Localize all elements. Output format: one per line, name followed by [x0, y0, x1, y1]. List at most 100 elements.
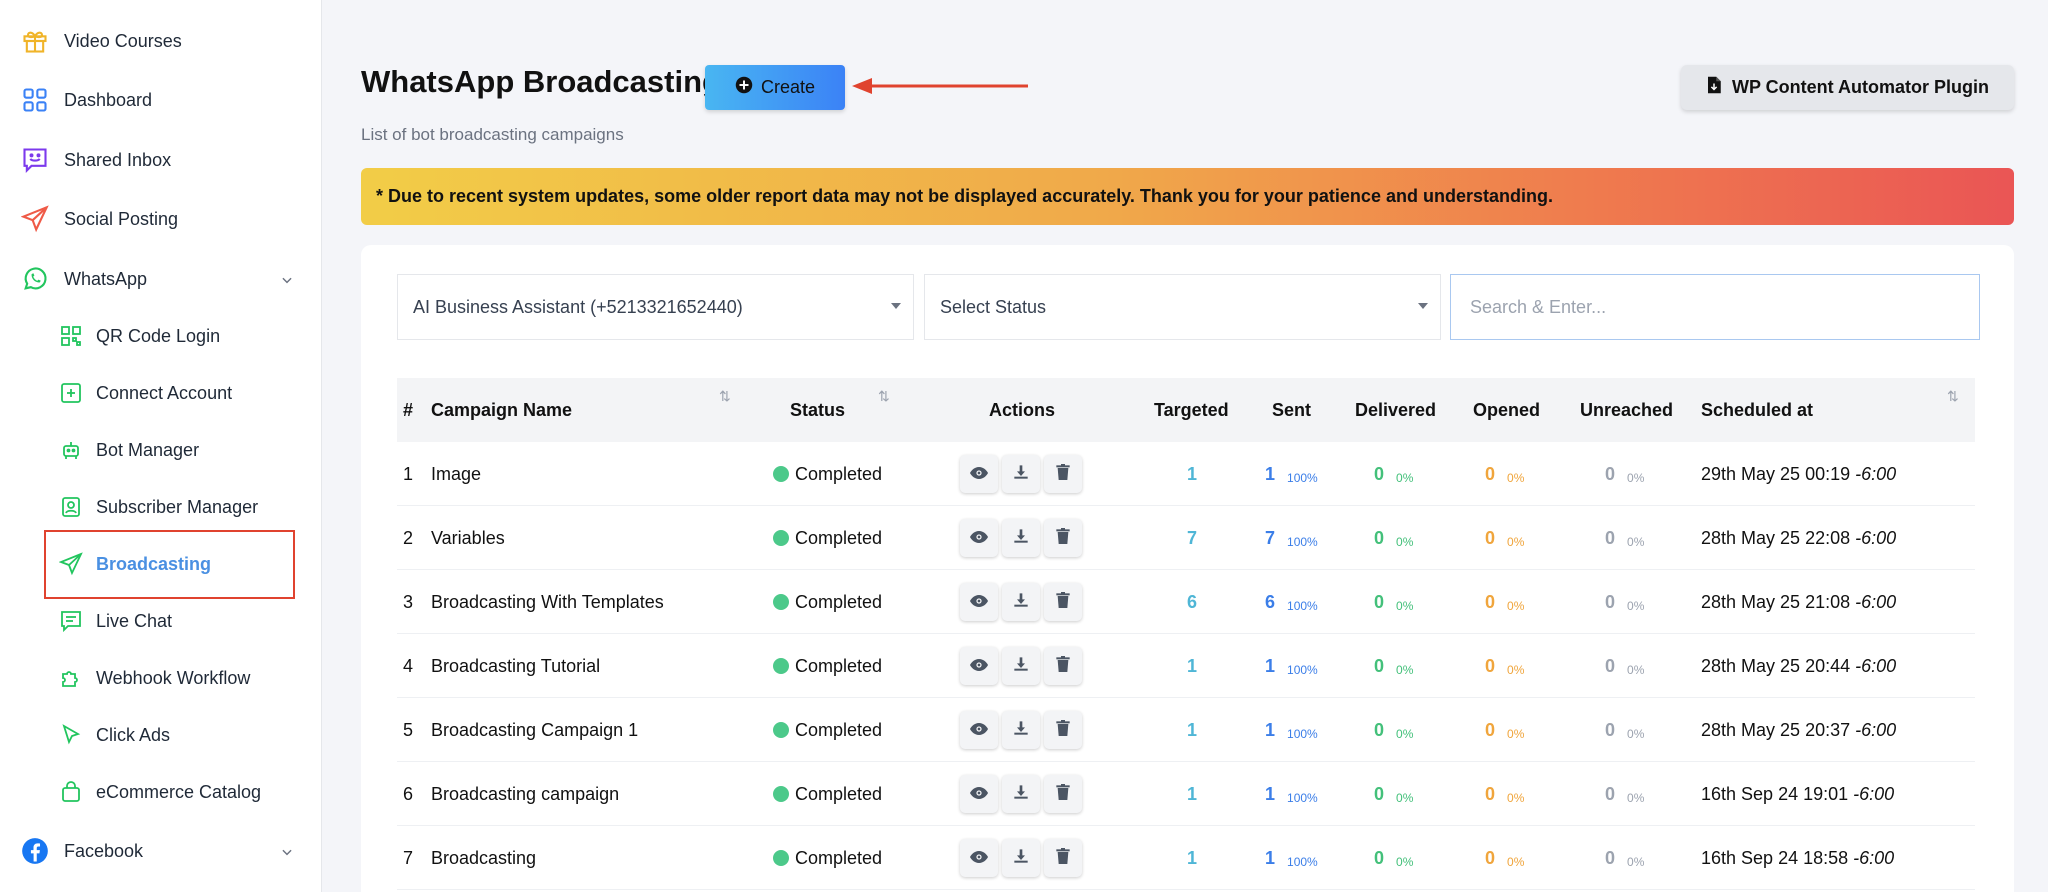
- download-button[interactable]: [1002, 775, 1040, 813]
- download-icon: [1013, 464, 1029, 485]
- sidebar-item-subscriber-manager[interactable]: Subscriber Manager: [0, 487, 322, 527]
- opened-percent: 0%: [1507, 535, 1525, 549]
- download-button[interactable]: [1002, 647, 1040, 685]
- view-button[interactable]: [960, 775, 998, 813]
- delivered-count: 0: [1374, 655, 1385, 676]
- trash-icon: [1056, 591, 1070, 613]
- targeted-count: 1: [1187, 847, 1198, 868]
- row-number: 4: [403, 655, 414, 676]
- row-number: 5: [403, 719, 414, 740]
- opened-count: 0: [1485, 783, 1496, 804]
- status-dot-icon: [773, 530, 789, 546]
- sidebar-item-shared-inbox[interactable]: Shared Inbox: [0, 140, 322, 180]
- view-button[interactable]: [960, 455, 998, 493]
- download-button[interactable]: [1002, 711, 1040, 749]
- opened-count: 0: [1485, 591, 1496, 612]
- scheduled-at: 28th May 25 22:08 -6:00: [1701, 506, 1896, 570]
- view-button[interactable]: [960, 583, 998, 621]
- sort-icon[interactable]: ⇅: [878, 388, 890, 405]
- sidebar-item-label: WhatsApp: [64, 268, 148, 289]
- sidebar-item-social-posting[interactable]: Social Posting: [0, 199, 322, 239]
- delete-button[interactable]: [1044, 711, 1082, 749]
- search-input[interactable]: [1450, 274, 1980, 340]
- download-icon: [1013, 656, 1029, 677]
- sidebar-item-whatsapp[interactable]: WhatsApp: [0, 259, 322, 299]
- row-number: 7: [403, 847, 414, 868]
- table-row: 5 Broadcasting Campaign 1 Completed 1 1 100% 0…: [397, 698, 1975, 762]
- download-button[interactable]: [1002, 519, 1040, 557]
- sidebar-item-bot-manager[interactable]: Bot Manager: [0, 430, 322, 470]
- sent-stat: 1 100%: [1265, 762, 1318, 826]
- trash-icon: [1056, 719, 1070, 741]
- delete-button[interactable]: [1044, 775, 1082, 813]
- download-button[interactable]: [1002, 583, 1040, 621]
- download-icon: [1013, 592, 1029, 613]
- scheduled-at: 16th Sep 24 18:58 -6:00: [1701, 826, 1894, 890]
- file-icon: [1706, 76, 1722, 99]
- sort-icon[interactable]: ⇅: [1947, 388, 1959, 405]
- shopping-bag-icon: [58, 779, 84, 805]
- view-button[interactable]: [960, 647, 998, 685]
- campaign-name: Image: [431, 463, 482, 484]
- unreached-count: 0: [1605, 655, 1616, 676]
- sent-stat: 1 100%: [1265, 634, 1318, 698]
- unreached-stat: 0 0%: [1605, 698, 1644, 762]
- unreached-percent: 0%: [1627, 727, 1645, 741]
- opened-stat: 0 0%: [1485, 506, 1524, 570]
- opened-percent: 0%: [1507, 663, 1525, 677]
- table-row: 4 Broadcasting Tutorial Completed 1 1 100% 0 0%…: [397, 634, 1975, 698]
- delete-button[interactable]: [1044, 647, 1082, 685]
- sidebar-item-ecommerce-catalog[interactable]: eCommerce Catalog: [0, 772, 322, 812]
- sidebar-item-video-courses[interactable]: Video Courses: [0, 21, 322, 61]
- campaign-name: Broadcasting Campaign 1: [431, 719, 639, 740]
- sort-icon[interactable]: ⇅: [719, 388, 731, 405]
- table-row: 6 Broadcasting campaign Completed 1 1 100% 0 0%…: [397, 762, 1975, 826]
- sidebar-item-facebook[interactable]: Facebook: [0, 831, 322, 871]
- trash-icon: [1056, 463, 1070, 485]
- delete-button[interactable]: [1044, 583, 1082, 621]
- unreached-percent: 0%: [1627, 471, 1645, 485]
- scheduled-at: 28th May 25 20:37 -6:00: [1701, 698, 1896, 762]
- status-text: Completed: [795, 527, 883, 548]
- scheduled-time: 28th May 25 22:08: [1701, 527, 1851, 548]
- status-select[interactable]: Select Status: [924, 274, 1441, 340]
- sidebar-item-qr-code-login[interactable]: QR Code Login: [0, 316, 322, 356]
- unreached-percent: 0%: [1627, 855, 1645, 869]
- eye-icon: [970, 656, 988, 677]
- sidebar-item-live-chat[interactable]: Live Chat: [0, 601, 322, 641]
- delete-button[interactable]: [1044, 519, 1082, 557]
- wp-content-automator-button[interactable]: WP Content Automator Plugin: [1681, 65, 2014, 110]
- campaign-name: Broadcasting With Templates: [431, 591, 664, 612]
- targeted-count: 1: [1187, 783, 1198, 804]
- chevron-down-icon[interactable]: [280, 271, 294, 292]
- view-button[interactable]: [960, 839, 998, 877]
- scheduled-at: 28th May 25 21:08 -6:00: [1701, 570, 1896, 634]
- row-number: 2: [403, 527, 414, 548]
- column-header-campaign-name[interactable]: Campaign Name: [431, 378, 572, 442]
- scheduled-time: 16th Sep 24 19:01: [1701, 783, 1849, 804]
- delete-button[interactable]: [1044, 455, 1082, 493]
- account-select[interactable]: AI Business Assistant (+5213321652440): [397, 274, 914, 340]
- timezone-offset: -6:00: [1853, 783, 1895, 804]
- create-button[interactable]: Create: [705, 65, 845, 110]
- column-header-status[interactable]: Status: [790, 378, 845, 442]
- sidebar-item-connect-account[interactable]: Connect Account: [0, 373, 322, 413]
- sent-count: 6: [1265, 591, 1276, 612]
- column-header-scheduled-at[interactable]: Scheduled at: [1701, 378, 1813, 442]
- sent-count: 1: [1265, 463, 1276, 484]
- delete-button[interactable]: [1044, 839, 1082, 877]
- sidebar-item-webhook-workflow[interactable]: Webhook Workflow: [0, 658, 322, 698]
- timezone-offset: -6:00: [1855, 463, 1897, 484]
- download-button[interactable]: [1002, 455, 1040, 493]
- download-button[interactable]: [1002, 839, 1040, 877]
- sidebar-item-dashboard[interactable]: Dashboard: [0, 80, 322, 120]
- chevron-down-icon[interactable]: [280, 843, 294, 864]
- sidebar-item-click-ads[interactable]: Click Ads: [0, 715, 322, 755]
- column-header-actions: Actions: [989, 399, 1056, 420]
- view-button[interactable]: [960, 711, 998, 749]
- row-number: 1: [403, 463, 414, 484]
- sidebar-item-label: eCommerce Catalog: [96, 781, 262, 802]
- status-badge: Completed: [773, 762, 882, 826]
- view-button[interactable]: [960, 519, 998, 557]
- timezone-offset: -6:00: [1855, 527, 1897, 548]
